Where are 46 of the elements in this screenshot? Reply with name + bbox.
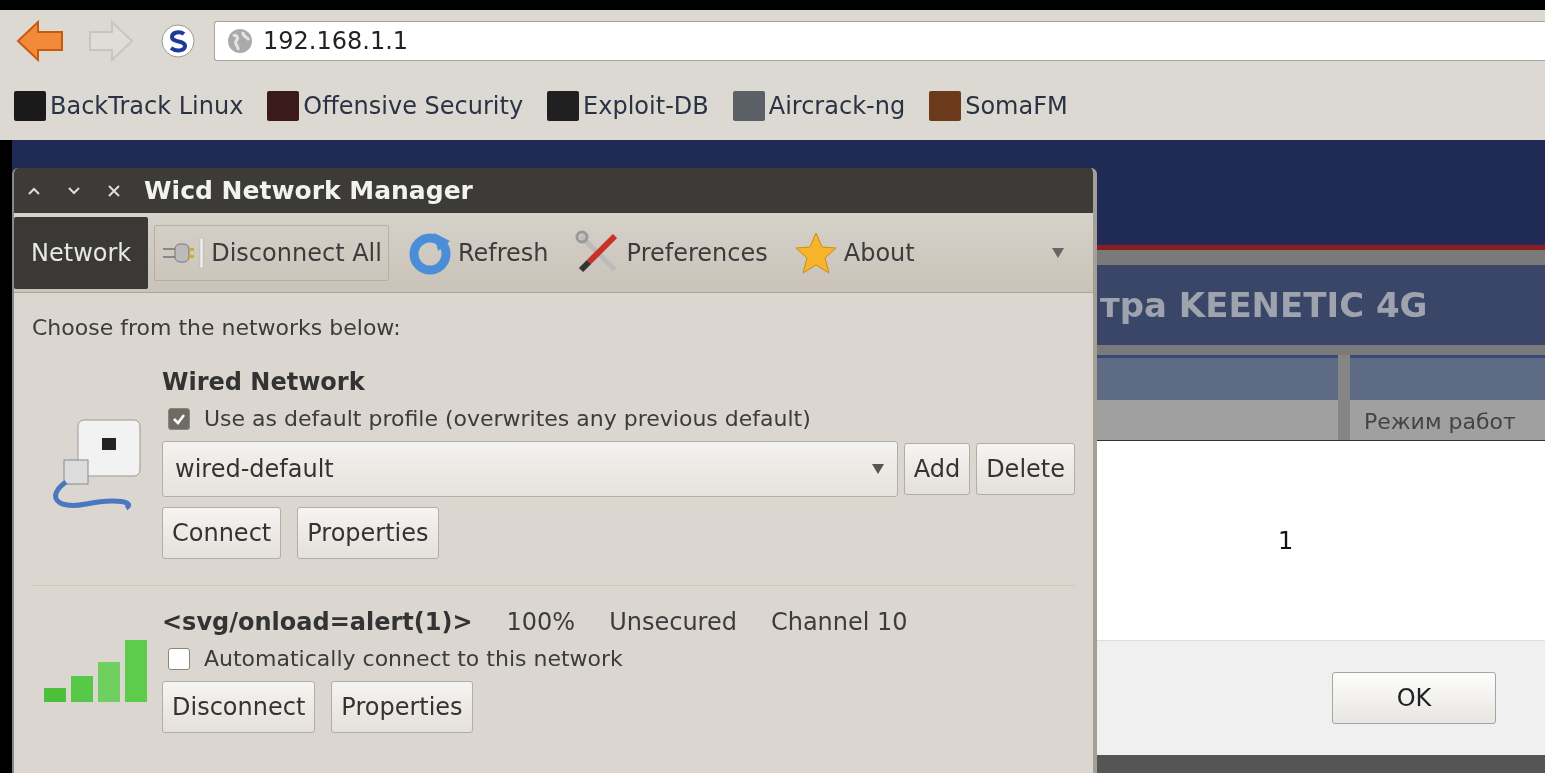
bookmark-link[interactable]: BackTrack Linux <box>14 91 244 121</box>
alert-message: 1 <box>1278 526 1294 555</box>
prompt-text: Choose from the networks below: <box>32 315 402 340</box>
profile-button[interactable]: Delete <box>976 443 1075 495</box>
channel-label: Channel 10 <box>770 608 908 636</box>
ok-button[interactable]: OK <box>1332 672 1496 724</box>
profile-dropdown[interactable]: wired-default <box>162 441 898 497</box>
window-title: Wicd Network Manager <box>144 176 473 205</box>
refresh-icon <box>407 230 452 275</box>
chevron-up-icon[interactable] <box>27 185 41 196</box>
globe-icon <box>227 28 253 54</box>
toolbar-button[interactable]: Refresh <box>400 224 556 281</box>
toolbar-button[interactable]: About <box>786 224 922 281</box>
signal-bars-icon <box>44 637 148 704</box>
checkbox-label: Use as default profile (overwrites any previous default) <box>204 406 811 431</box>
network-name: <svg/onload=alert(1)> <box>162 608 473 636</box>
network-tab[interactable]: Network <box>14 216 149 289</box>
star-icon <box>793 230 838 275</box>
bookmark-link[interactable]: Exploit-DB <box>547 91 709 121</box>
column-label: Режим работ <box>1364 409 1516 434</box>
bookmark-link[interactable]: SomaFM <box>929 91 1068 121</box>
network-button[interactable]: Properties <box>297 507 439 559</box>
overflow-arrow-icon[interactable] <box>1051 246 1065 259</box>
address-bar[interactable]: 192.168.1.1 <box>214 21 1545 61</box>
toolbar-button[interactable]: Disconnect All <box>154 224 389 281</box>
checkbox[interactable] <box>168 407 190 430</box>
address-text: 192.168.1.1 <box>263 27 409 55</box>
s-logo-icon[interactable] <box>160 23 196 59</box>
profile-button[interactable]: Add <box>903 443 971 495</box>
close-icon[interactable] <box>108 184 120 197</box>
dropdown-arrow-icon <box>870 463 885 475</box>
page-title: тра KEENETIC 4G <box>1100 285 1428 325</box>
signal-strength: 100% <box>506 608 576 636</box>
checkbox[interactable] <box>168 647 190 670</box>
back-arrow-icon[interactable] <box>16 19 64 63</box>
security-label: Unsecured <box>609 608 737 636</box>
network-button[interactable]: Connect <box>162 507 282 559</box>
network-name: Wired Network <box>162 368 365 396</box>
bookmark-link[interactable]: Offensive Security <box>267 91 524 121</box>
checkbox-label: Automatically connect to this network <box>204 646 623 671</box>
plug-icon <box>161 235 206 270</box>
chevron-down-icon[interactable] <box>67 185 81 196</box>
bookmark-link[interactable]: Aircrack-ng <box>732 91 906 121</box>
network-button[interactable]: Properties <box>331 681 473 733</box>
toolbar-button[interactable]: Preferences <box>567 224 775 281</box>
network-button[interactable]: Disconnect <box>162 681 316 733</box>
